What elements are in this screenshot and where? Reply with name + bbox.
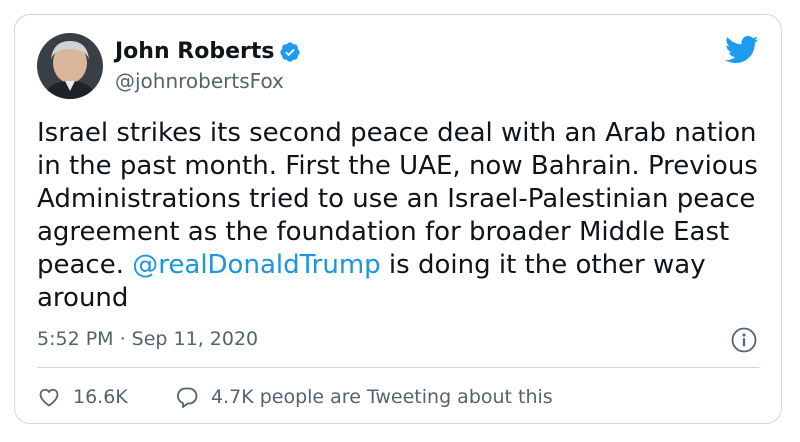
avatar-image <box>37 33 103 99</box>
author-name-row[interactable]: John Roberts <box>115 39 301 64</box>
info-icon[interactable] <box>731 327 757 353</box>
reply-bubble-icon <box>177 387 198 408</box>
avatar[interactable] <box>37 33 103 99</box>
conversation-text: 4.7K people are Tweeting about this <box>211 386 553 408</box>
twitter-bird-icon[interactable] <box>725 35 759 65</box>
conversation-link[interactable]: 4.7K people are Tweeting about this <box>175 385 553 409</box>
tweet-text: Israel strikes its second peace deal wit… <box>37 117 763 315</box>
like-count: 16.6K <box>73 386 128 408</box>
author-handle[interactable]: @johnrobertsFox <box>115 69 284 93</box>
tweet-timestamp[interactable]: 5:52 PM · Sep 11, 2020 <box>37 328 258 350</box>
divider <box>37 367 759 368</box>
mention-link[interactable]: @realDonaldTrump <box>132 250 380 280</box>
author-name[interactable]: John Roberts <box>115 39 274 64</box>
heart-icon <box>39 388 59 407</box>
like-button[interactable]: 16.6K <box>37 385 128 409</box>
verified-badge-icon <box>279 41 301 63</box>
tweet-card[interactable]: John Roberts @johnrobertsFox Israel stri… <box>14 14 782 424</box>
